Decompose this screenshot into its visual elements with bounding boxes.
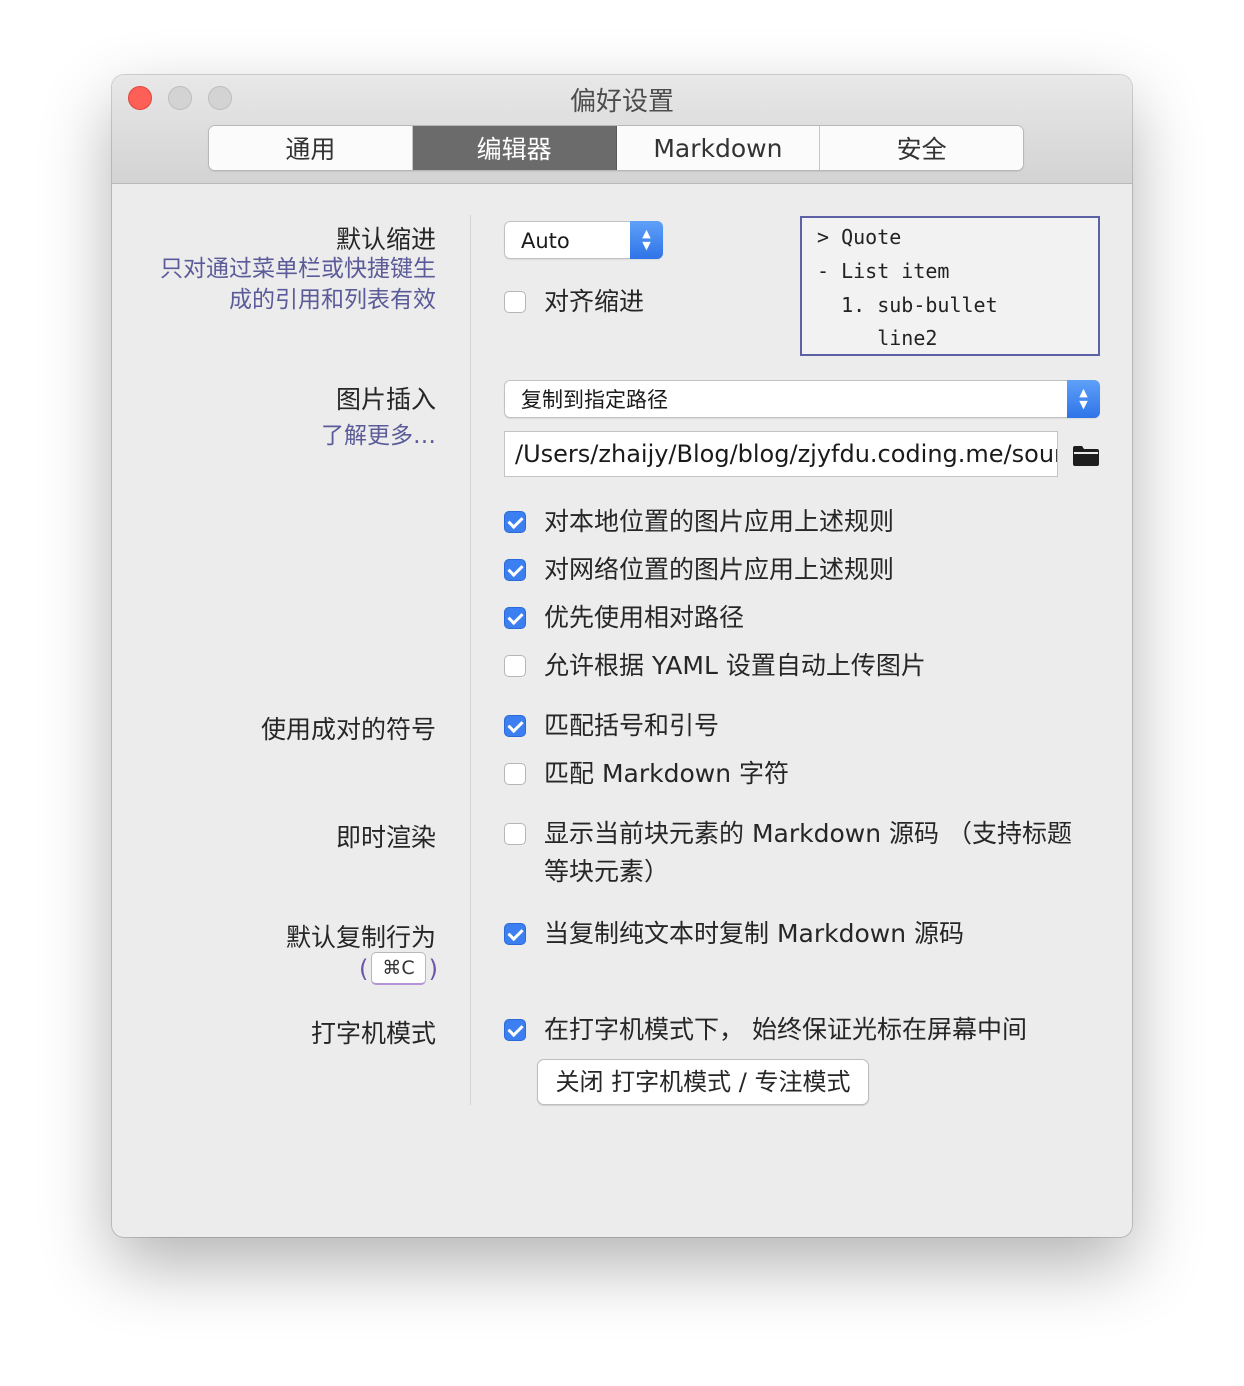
window-title: 偏好设置 bbox=[569, 87, 674, 117]
indent-label: 默认缩进 bbox=[335, 225, 436, 254]
checkbox-label: 允许根据 YAML 设置自动上传图片 bbox=[544, 651, 926, 680]
preview-line-sub: 1. sub-bullet bbox=[817, 293, 998, 317]
preview-line-list: - List item bbox=[817, 259, 950, 283]
checkbox-label: 对本地位置的图片应用上述规则 bbox=[544, 507, 895, 536]
copy-shortcut: ( ⌘C ) bbox=[359, 952, 438, 985]
checkbox-box bbox=[504, 923, 526, 945]
checkbox-label: 在打字机模式下， 始终保证光标在屏幕中间 bbox=[544, 1015, 1027, 1044]
checkbox-box bbox=[504, 607, 526, 629]
section-divider bbox=[470, 215, 471, 1105]
image-insert-select-value: 复制到指定路径 bbox=[521, 388, 668, 412]
tab-markdown[interactable]: Markdown bbox=[616, 126, 821, 170]
folder-icon[interactable] bbox=[1073, 446, 1099, 466]
cmd-c-key: ⌘C bbox=[371, 952, 426, 985]
tab-security[interactable]: 安全 bbox=[820, 126, 1023, 170]
checkbox-label: 优先使用相对路径 bbox=[544, 603, 745, 632]
preview-line-quote: > Quote bbox=[817, 225, 902, 249]
preview-line-line2: line2 bbox=[817, 326, 938, 350]
checkbox-label: 对齐缩进 bbox=[544, 287, 645, 316]
checkbox-label-line1: 显示当前块元素的 Markdown 源码 （支持标题 bbox=[544, 819, 1072, 848]
learn-more-link[interactable]: 了解更多… bbox=[321, 421, 436, 452]
tab-bar: 通用 编辑器 Markdown 安全 bbox=[208, 125, 1024, 171]
checkbox-box bbox=[504, 559, 526, 581]
copy-behavior-label: 默认复制行为 bbox=[285, 923, 436, 952]
typewriter-label: 打字机模式 bbox=[310, 1019, 436, 1048]
typewriter-center-checkbox[interactable]: 在打字机模式下， 始终保证光标在屏幕中间 bbox=[504, 1011, 1027, 1049]
image-insert-select[interactable]: 复制到指定路径 ▲ ▼ bbox=[504, 380, 1100, 418]
yaml-upload-checkbox[interactable]: 允许根据 YAML 设置自动上传图片 bbox=[504, 647, 926, 685]
checkbox-box bbox=[504, 655, 526, 677]
checkbox-box bbox=[504, 291, 526, 313]
paren-close: ) bbox=[428, 954, 438, 983]
select-stepper-icon: ▲ ▼ bbox=[630, 221, 663, 259]
paired-symbols-label: 使用成对的符号 bbox=[260, 715, 436, 744]
checkbox-label: 匹配 Markdown 字符 bbox=[544, 759, 789, 788]
copy-markdown-checkbox[interactable]: 当复制纯文本时复制 Markdown 源码 bbox=[504, 915, 964, 953]
checkbox-label: 匹配括号和引号 bbox=[544, 711, 720, 740]
checkbox-label: 对网络位置的图片应用上述规则 bbox=[544, 555, 895, 584]
checkbox-box bbox=[504, 763, 526, 785]
checkbox-label-line2: 等块元素） bbox=[544, 857, 670, 886]
tab-general[interactable]: 通用 bbox=[209, 126, 413, 170]
show-block-source-checkbox[interactable]: 显示当前块元素的 Markdown 源码 （支持标题 等块元素） bbox=[504, 815, 1072, 891]
image-insert-label: 图片插入 bbox=[335, 385, 436, 414]
tab-editor[interactable]: 编辑器 bbox=[412, 126, 617, 170]
indent-preview: > Quote - List item 1. sub-bullet line2 bbox=[800, 216, 1100, 356]
checkbox-box bbox=[504, 511, 526, 533]
indent-select[interactable]: Auto ▲ ▼ bbox=[504, 221, 663, 259]
image-path-input[interactable]: /Users/zhaijy/Blog/blog/zjyfdu.coding.me… bbox=[504, 431, 1058, 477]
checkbox-box bbox=[504, 823, 526, 845]
checkbox-box bbox=[504, 1019, 526, 1041]
web-images-checkbox[interactable]: 对网络位置的图片应用上述规则 bbox=[504, 551, 894, 589]
checkbox-label: 显示当前块元素的 Markdown 源码 （支持标题 等块元素） bbox=[544, 815, 1072, 891]
live-render-label: 即时渲染 bbox=[335, 823, 436, 852]
relative-path-checkbox[interactable]: 优先使用相对路径 bbox=[504, 599, 744, 637]
close-typewriter-focus-button[interactable]: 关闭 打字机模式 / 专注模式 bbox=[537, 1059, 869, 1105]
titlebar: 偏好设置 通用 编辑器 Markdown 安全 bbox=[112, 75, 1132, 184]
align-indent-checkbox[interactable]: 对齐缩进 bbox=[504, 283, 644, 321]
paren-open: ( bbox=[358, 954, 369, 983]
local-images-checkbox[interactable]: 对本地位置的图片应用上述规则 bbox=[504, 503, 894, 541]
indent-hint-line2: 成的引用和列表有效 bbox=[229, 287, 436, 313]
checkbox-box bbox=[504, 715, 526, 737]
match-brackets-checkbox[interactable]: 匹配括号和引号 bbox=[504, 707, 719, 745]
checkbox-label: 当复制纯文本时复制 Markdown 源码 bbox=[544, 919, 964, 948]
indent-select-value: Auto bbox=[521, 229, 570, 253]
select-stepper-icon: ▲ ▼ bbox=[1067, 380, 1100, 418]
match-markdown-checkbox[interactable]: 匹配 Markdown 字符 bbox=[504, 755, 789, 793]
indent-hint-line1: 只对通过菜单栏或快捷键生 bbox=[160, 256, 436, 282]
preferences-window: 偏好设置 通用 编辑器 Markdown 安全 默认缩进 只对通过菜单栏或快捷键… bbox=[112, 75, 1132, 1237]
